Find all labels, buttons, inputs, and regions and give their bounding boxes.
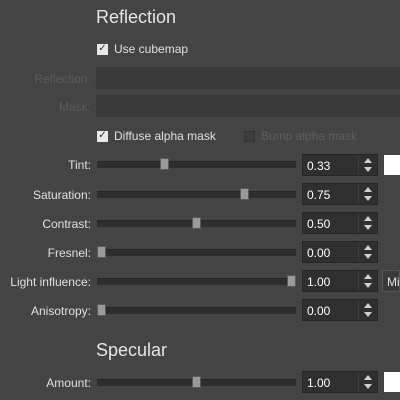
light-influence-slider-handle[interactable] (287, 275, 296, 287)
light-influence-spinbox[interactable]: 1.00 (302, 270, 378, 292)
arrow-down-icon[interactable] (364, 283, 372, 288)
arrow-down-icon[interactable] (364, 225, 372, 230)
tint-label: Tint: (68, 158, 91, 172)
arrow-down-icon[interactable] (364, 312, 372, 317)
diffuse-alpha-mask-row[interactable]: ✓ Diffuse alpha mask (97, 128, 216, 144)
specular-color-swatch[interactable] (384, 372, 400, 392)
specular-amount-value: 1.00 (307, 376, 331, 390)
saturation-spin-arrows[interactable] (358, 184, 377, 204)
bump-alpha-mask-row[interactable]: Bump alpha mask (244, 128, 357, 144)
arrow-up-icon[interactable] (364, 303, 372, 308)
checkmark-icon: ✓ (98, 43, 107, 54)
light-influence-mode-text: Mi (387, 275, 400, 289)
fresnel-slider-handle[interactable] (97, 246, 106, 258)
fresnel-value: 0.00 (307, 246, 331, 260)
anisotropy-value: 0.00 (307, 304, 331, 318)
specular-amount-spin-arrows[interactable] (358, 372, 377, 392)
material-editor-panel: Reflection ✓ Use cubemap Reflection: Mas… (0, 0, 400, 400)
light-influence-label: Light influence: (10, 275, 91, 289)
saturation-value: 0.75 (307, 188, 331, 202)
reflection-slot-label: Reflection: (34, 72, 91, 86)
fresnel-label: Fresnel: (47, 246, 91, 260)
specular-section-title: Specular (96, 340, 168, 360)
saturation-spinbox[interactable]: 0.75 (302, 183, 378, 205)
arrow-up-icon[interactable] (364, 375, 372, 380)
anisotropy-slider[interactable] (97, 304, 296, 316)
light-influence-mode-dropdown[interactable]: Mi (382, 270, 400, 292)
saturation-slider[interactable] (97, 188, 296, 200)
fresnel-spinbox[interactable]: 0.00 (302, 241, 378, 263)
saturation-label: Saturation: (32, 188, 91, 202)
tint-spinbox[interactable]: 0.33 (302, 154, 378, 176)
tint-color-swatch[interactable] (384, 155, 400, 175)
tint-spin-arrows[interactable] (358, 155, 377, 175)
fresnel-slider[interactable] (97, 246, 296, 258)
bump-alpha-mask-label: Bump alpha mask (261, 129, 358, 143)
diffuse-alpha-mask-label: Diffuse alpha mask (114, 129, 216, 143)
tint-slider-handle[interactable] (160, 158, 169, 170)
anisotropy-spinbox[interactable]: 0.00 (302, 299, 378, 321)
specular-amount-label: Amount: (46, 376, 91, 390)
contrast-slider[interactable] (97, 217, 296, 229)
use-cubemap-checkbox-row[interactable]: ✓ Use cubemap (97, 41, 188, 57)
contrast-value: 0.50 (307, 217, 331, 231)
contrast-label: Contrast: (42, 217, 91, 231)
anisotropy-label: Anisotropy: (30, 304, 91, 318)
specular-amount-slider[interactable] (97, 376, 296, 388)
anisotropy-slider-handle[interactable] (97, 304, 106, 316)
arrow-up-icon[interactable] (364, 274, 372, 279)
contrast-spin-arrows[interactable] (358, 213, 377, 233)
arrow-up-icon[interactable] (364, 245, 372, 250)
bump-alpha-mask-checkbox[interactable] (244, 130, 255, 142)
contrast-slider-handle[interactable] (192, 217, 201, 229)
checkmark-icon: ✓ (98, 130, 107, 141)
arrow-down-icon[interactable] (364, 254, 372, 259)
reflection-section-title: Reflection (96, 7, 177, 27)
light-influence-slider[interactable] (97, 275, 296, 287)
arrow-down-icon[interactable] (364, 167, 372, 172)
light-influence-spin-arrows[interactable] (358, 271, 377, 291)
contrast-spinbox[interactable]: 0.50 (302, 212, 378, 234)
mask-slot-label: Mask: (58, 100, 91, 114)
specular-amount-slider-handle[interactable] (192, 376, 201, 388)
specular-amount-spinbox[interactable]: 1.00 (302, 371, 378, 393)
arrow-down-icon[interactable] (364, 384, 372, 389)
fresnel-spin-arrows[interactable] (358, 242, 377, 262)
reflection-texture-slot[interactable] (96, 67, 400, 89)
arrow-up-icon[interactable] (364, 158, 372, 163)
anisotropy-spin-arrows[interactable] (358, 300, 377, 320)
saturation-slider-handle[interactable] (240, 188, 249, 200)
mask-texture-slot[interactable] (96, 95, 400, 117)
arrow-up-icon[interactable] (364, 216, 372, 221)
tint-value: 0.33 (307, 159, 331, 173)
light-influence-value: 1.00 (307, 275, 331, 289)
use-cubemap-checkbox[interactable]: ✓ (97, 43, 108, 55)
arrow-up-icon[interactable] (364, 187, 372, 192)
tint-slider[interactable] (97, 158, 296, 170)
use-cubemap-label: Use cubemap (114, 42, 189, 56)
arrow-down-icon[interactable] (364, 196, 372, 201)
diffuse-alpha-mask-checkbox[interactable]: ✓ (97, 130, 108, 142)
